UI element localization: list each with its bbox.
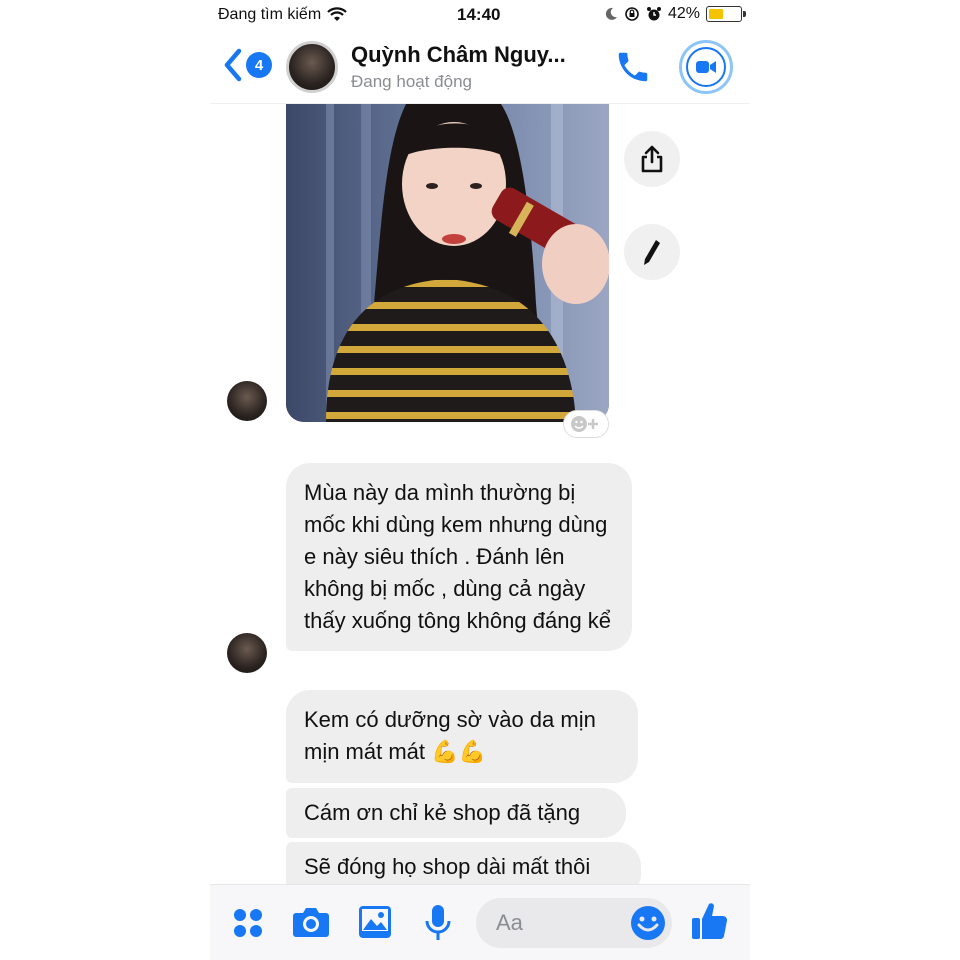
back-icon xyxy=(224,48,242,82)
message-bubble[interactable]: Mùa này da mình thường bị mốc khi dùng k… xyxy=(286,463,632,651)
message-input-wrap xyxy=(476,898,672,948)
messenger-screen: Đang tìm kiếm 14:40 42% 4 Quỳnh Châm Ngu… xyxy=(210,0,750,960)
moon-icon xyxy=(605,7,617,20)
video-icon xyxy=(696,61,716,73)
apps-button[interactable] xyxy=(232,907,264,944)
battery-level xyxy=(709,9,724,19)
muscle-emoji: 💪💪 xyxy=(431,740,486,765)
emoji-button[interactable] xyxy=(630,905,666,946)
share-button[interactable] xyxy=(624,131,680,187)
add-reaction-button[interactable] xyxy=(563,410,609,438)
voice-button[interactable] xyxy=(424,904,452,947)
message-text: Sẽ đóng họ shop dài mất thôi xyxy=(304,854,591,879)
contact-status: Đang hoạt động xyxy=(351,72,472,91)
wifi-icon xyxy=(327,7,347,21)
message-text: Mùa này da mình thường bị mốc khi dùng k… xyxy=(304,480,612,633)
photo-image xyxy=(286,104,609,422)
chat-header: 4 Quỳnh Châm Nguy... Đang hoạt động xyxy=(210,32,750,104)
contact-name[interactable]: Quỳnh Châm Nguy... xyxy=(351,42,566,68)
sender-avatar[interactable] xyxy=(227,381,267,421)
rotation-lock-icon xyxy=(625,7,639,21)
share-icon xyxy=(641,145,663,173)
battery-icon xyxy=(706,6,746,22)
status-right: 42% xyxy=(604,5,746,23)
emoji-icon xyxy=(631,906,665,940)
message-text: Cám ơn chỉ kẻ shop đã tặng xyxy=(304,800,581,825)
like-button[interactable] xyxy=(690,901,728,946)
sender-avatar[interactable] xyxy=(227,633,267,673)
composer-bar xyxy=(210,884,750,960)
message-bubble[interactable]: Cám ơn chỉ kẻ shop đã tặng xyxy=(286,788,626,838)
call-button[interactable] xyxy=(614,48,652,91)
thumbs-up-icon xyxy=(692,903,728,940)
camera-button[interactable] xyxy=(292,905,330,944)
add-reaction-icon xyxy=(571,416,598,432)
apps-icon xyxy=(234,909,262,937)
carrier-group: Đang tìm kiếm xyxy=(218,6,347,24)
edit-button[interactable] xyxy=(624,224,680,280)
photo-message[interactable] xyxy=(286,104,609,422)
battery-percent: 42% xyxy=(667,5,700,22)
contact-avatar[interactable] xyxy=(286,41,338,93)
microphone-icon xyxy=(425,905,451,940)
status-bar: Đang tìm kiếm 14:40 42% xyxy=(210,0,750,32)
alarm-icon xyxy=(646,7,661,21)
message-bubble[interactable]: Kem có dưỡng sờ vào da mịn mịn mát mát 💪… xyxy=(286,690,638,783)
phone-icon xyxy=(618,52,648,82)
unread-badge: 4 xyxy=(246,52,272,78)
video-call-button[interactable] xyxy=(679,40,733,94)
gallery-button[interactable] xyxy=(358,905,392,944)
video-icon-frame xyxy=(686,47,726,87)
pencil-icon xyxy=(644,240,660,265)
back-button[interactable]: 4 xyxy=(222,48,272,82)
message-input[interactable] xyxy=(496,898,616,948)
camera-icon xyxy=(293,908,329,937)
clock: 14:40 xyxy=(457,5,501,24)
gallery-icon xyxy=(359,906,391,938)
carrier-label: Đang tìm kiếm xyxy=(218,6,322,23)
